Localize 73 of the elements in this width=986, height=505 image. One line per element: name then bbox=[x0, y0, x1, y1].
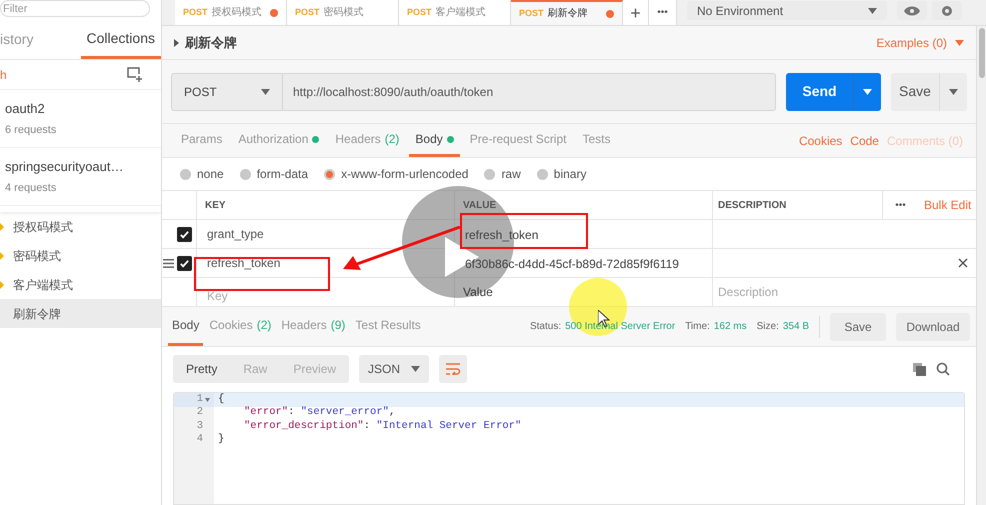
line-number: 4 bbox=[196, 432, 203, 448]
scrollbar[interactable] bbox=[976, 26, 986, 505]
caret-icon bbox=[955, 40, 964, 46]
check-icon bbox=[179, 228, 190, 240]
request-item[interactable]: 授权码模式 bbox=[0, 212, 161, 241]
status-label: Status: bbox=[530, 320, 562, 334]
request-count: 6 requests bbox=[5, 122, 58, 138]
request-tab[interactable]: POST 授权码模式 bbox=[175, 0, 287, 25]
more-tabs-button[interactable]: ••• bbox=[649, 0, 677, 25]
expand-icon[interactable] bbox=[174, 38, 179, 46]
download-button[interactable]: Download bbox=[896, 312, 970, 340]
caret-icon bbox=[868, 8, 877, 14]
request-count: 4 requests bbox=[5, 180, 58, 196]
method-dropdown[interactable]: POST bbox=[171, 72, 283, 110]
column-header: DESCRIPTION bbox=[717, 198, 788, 212]
collection-name: oauth2 bbox=[5, 100, 46, 118]
eye-icon bbox=[904, 6, 920, 16]
caret-icon bbox=[411, 366, 420, 372]
check-icon bbox=[179, 258, 190, 268]
sidebar-tab[interactable]: Collections bbox=[80, 20, 161, 59]
code-line: } bbox=[217, 434, 226, 447]
wrap-icon bbox=[445, 363, 462, 375]
size-value: 354 B bbox=[782, 320, 809, 334]
more-button[interactable]: ••• bbox=[882, 191, 918, 219]
new-tab-button[interactable]: + bbox=[623, 0, 649, 25]
time-value: 162 ms bbox=[714, 320, 747, 334]
url-field[interactable]: http://localhost:8090/auth/oauth/token bbox=[283, 72, 776, 110]
body-type-radio[interactable]: x-www-form-urlencoded bbox=[324, 165, 468, 183]
param-value[interactable]: 6f30b86c-d4dd-45cf-b89d-72d85f9f6119 bbox=[463, 252, 681, 276]
new-collection-icon[interactable] bbox=[127, 67, 143, 82]
collection-item[interactable]: springsecurityoaut… 4 requests bbox=[0, 148, 161, 206]
line-number: 2 bbox=[196, 405, 203, 420]
request-tab[interactable]: POST 客户端模式 bbox=[399, 0, 511, 25]
column-header: VALUE bbox=[463, 198, 496, 212]
body-type-radio[interactable]: none bbox=[180, 165, 224, 183]
drag-handle-icon[interactable] bbox=[163, 258, 174, 268]
copy-icon[interactable] bbox=[913, 362, 926, 376]
send-button[interactable]: Send bbox=[786, 72, 881, 110]
eye-button[interactable] bbox=[897, 1, 927, 20]
dropdown-caret-icon bbox=[949, 88, 958, 94]
close-icon[interactable] bbox=[958, 258, 968, 268]
filter-field[interactable]: Filter bbox=[0, 0, 150, 17]
body-type-radio[interactable]: raw bbox=[484, 165, 521, 183]
code-line: "error_description": "Internal Server Error" bbox=[243, 420, 522, 434]
body-type-radio[interactable]: form-data bbox=[240, 165, 308, 183]
view-mode-tab[interactable]: Pretty bbox=[173, 355, 230, 383]
fold-icon[interactable] bbox=[205, 398, 210, 402]
checkbox[interactable] bbox=[177, 256, 192, 270]
dropdown-caret-icon bbox=[863, 88, 872, 94]
wrap-button[interactable] bbox=[439, 355, 468, 383]
request-item[interactable]: 客户端模式 bbox=[0, 270, 161, 299]
body-type-radio[interactable]: binary bbox=[536, 165, 586, 183]
collection-item[interactable]: oauth2 6 requests bbox=[0, 90, 161, 148]
time-label: Time: bbox=[685, 320, 710, 334]
line-number: 1 bbox=[196, 392, 203, 407]
search-icon[interactable] bbox=[936, 362, 950, 376]
request-item[interactable]: 密码模式 bbox=[0, 241, 161, 270]
checkbox[interactable] bbox=[177, 226, 192, 242]
code-line: "error": "server_error", bbox=[243, 406, 396, 420]
request-tab[interactable]: POST 刷新令牌 bbox=[511, 0, 623, 25]
settings-button[interactable] bbox=[932, 1, 962, 20]
column-header: KEY bbox=[197, 191, 455, 219]
format-dropdown[interactable]: JSON bbox=[359, 355, 430, 383]
save-button[interactable]: Save bbox=[891, 72, 967, 110]
request-item[interactable]: 刷新令牌 bbox=[0, 299, 161, 328]
caret-icon bbox=[261, 88, 270, 94]
request-tab[interactable]: POST 密码模式 bbox=[287, 0, 399, 25]
line-number: 3 bbox=[196, 418, 203, 434]
collection-name: springsecurityoaut… bbox=[5, 158, 124, 176]
environment-dropdown[interactable]: No Environment bbox=[687, 1, 887, 20]
save-response-button[interactable]: Save bbox=[830, 312, 886, 340]
request-title: 刷新令牌 bbox=[185, 34, 237, 52]
size-label: Size: bbox=[756, 320, 779, 334]
